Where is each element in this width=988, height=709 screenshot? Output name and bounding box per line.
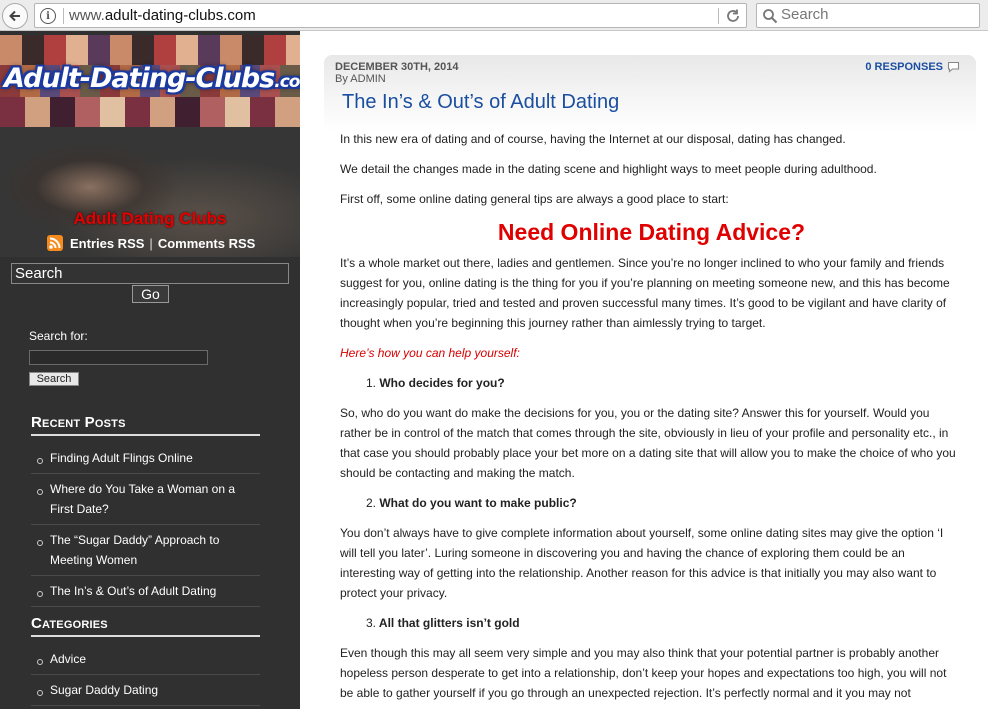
post-date: DECEMBER 30TH, 2014 <box>335 61 459 73</box>
site-title[interactable]: Adult Dating Clubs <box>0 209 300 229</box>
browser-toolbar: i www.adult-dating-clubs.com Search <box>0 0 988 31</box>
browser-search-box[interactable]: Search <box>756 3 980 28</box>
rss-separator: | <box>149 235 153 251</box>
item-number: 1. <box>366 376 377 390</box>
go-button[interactable]: Go <box>132 285 169 303</box>
logo-main-text: Adult-Dating-Clubs <box>4 63 275 94</box>
recent-post-item[interactable]: The In’s & Out’s of Adult Dating <box>31 576 260 607</box>
recent-post-item[interactable]: Finding Adult Flings Online <box>31 443 260 474</box>
post-paragraph: You don’t always have to give complete i… <box>340 526 944 600</box>
browser-search-placeholder: Search <box>781 6 829 23</box>
url-separator <box>63 8 64 24</box>
url-prefix: www. <box>69 7 105 24</box>
category-item[interactable]: Advice <box>31 644 260 675</box>
post-paragraph: Even though this may all seem very simpl… <box>340 646 947 700</box>
address-bar[interactable]: i www.adult-dating-clubs.com <box>34 3 747 28</box>
url-text[interactable]: www.adult-dating-clubs.com <box>69 6 256 26</box>
url-domain: adult-dating-clubs.com <box>104 7 256 24</box>
comments-rss-link[interactable]: Comments RSS <box>158 236 256 251</box>
sidebar: Adult-Dating-Clubs.com Adult Dating Club… <box>0 31 300 709</box>
post-title[interactable]: The In’s & Out’s of Adult Dating <box>342 91 619 114</box>
numbered-item-1: 1. Who decides for you? <box>340 373 963 393</box>
numbered-item-2: 2. What do you want to make public? <box>340 493 963 513</box>
search-icon <box>763 9 778 24</box>
item-number: 3. <box>366 616 377 630</box>
back-button[interactable] <box>2 3 28 29</box>
site-banner[interactable]: Adult-Dating-Clubs.com <box>0 35 300 127</box>
post-paragraph: First off, some online dating general ti… <box>340 192 729 206</box>
logo-suffix-text: .com <box>274 72 300 92</box>
post-author: By ADMIN <box>335 73 386 85</box>
recent-posts-list: Finding Adult Flings Online Where do You… <box>31 443 260 607</box>
post-paragraph: We detail the changes made in the dating… <box>340 162 877 176</box>
search-submit-button[interactable]: Search <box>29 372 79 386</box>
post-paragraph: So, who do you want do make the decision… <box>340 406 956 480</box>
rss-icon <box>47 235 63 251</box>
item-text: Who decides for you? <box>379 376 505 390</box>
sidebar-search-input[interactable]: Search <box>11 263 289 284</box>
responses-link[interactable]: 0 RESPONSES <box>865 61 960 73</box>
info-icon[interactable]: i <box>40 8 56 24</box>
recent-post-item[interactable]: The “Sugar Daddy” Approach to Meeting Wo… <box>31 525 260 576</box>
banner-photo-strip-bottom <box>0 97 300 127</box>
responses-count: 0 RESPONSES <box>865 61 943 73</box>
search-for-label: Search for: <box>29 329 88 343</box>
post-header: DECEMBER 30TH, 2014 By ADMIN 0 RESPONSES… <box>324 55 976 131</box>
recent-posts-title: Recent Posts <box>31 414 260 436</box>
entries-rss-link[interactable]: Entries RSS <box>70 236 144 251</box>
search-for-input[interactable] <box>29 350 208 365</box>
categories-list: Advice Sugar Daddy Dating <box>31 644 260 706</box>
site-logo[interactable]: Adult-Dating-Clubs.com <box>4 63 300 99</box>
recent-post-item[interactable]: Where do You Take a Woman on a First Dat… <box>31 474 260 525</box>
advice-heading: Need Online Dating Advice? <box>497 219 806 245</box>
post-body: In this new era of dating and of course,… <box>340 129 963 709</box>
banner-photo-strip-top <box>0 35 300 65</box>
help-yourself-line: Here’s how you can help yourself: <box>340 346 520 360</box>
post-paragraph: In this new era of dating and of course,… <box>340 132 846 146</box>
arrow-left-icon <box>9 10 20 22</box>
item-text: All that glitters isn’t gold <box>378 616 520 630</box>
author-name[interactable]: ADMIN <box>350 73 385 85</box>
main-content: DECEMBER 30TH, 2014 By ADMIN 0 RESPONSES… <box>300 31 988 709</box>
by-label: By <box>335 73 348 85</box>
reload-icon[interactable] <box>725 8 741 24</box>
categories-title: Categories <box>31 615 260 637</box>
item-text: What do you want to make public? <box>379 496 577 510</box>
comment-bubble-icon <box>947 61 960 73</box>
item-number: 2. <box>366 496 377 510</box>
rss-links: Entries RSS | Comments RSS <box>47 234 255 252</box>
reload-separator <box>718 8 719 24</box>
post-paragraph: It’s a whole market out there, ladies an… <box>340 256 950 330</box>
numbered-item-3: 3. All that glitters isn’t gold <box>340 613 963 633</box>
category-item[interactable]: Sugar Daddy Dating <box>31 675 260 706</box>
